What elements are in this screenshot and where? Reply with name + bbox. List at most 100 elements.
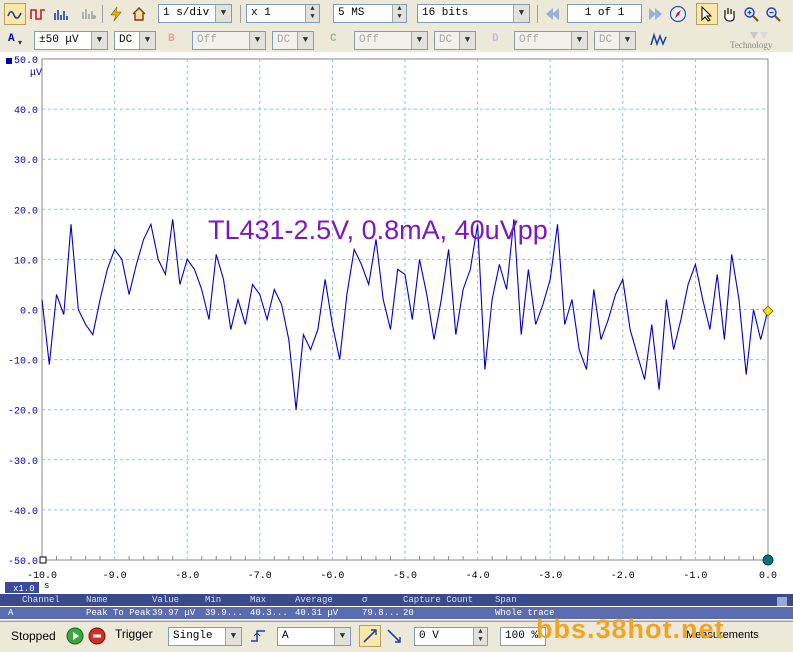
play-icon <box>66 627 84 645</box>
rising-edge-button[interactable] <box>359 625 381 647</box>
navigate-button[interactable] <box>667 3 689 25</box>
scope-wave-icon <box>7 10 22 19</box>
y-tick-label: -30.0 <box>8 457 38 468</box>
trigger-channel-select[interactable]: A ▼ <box>277 627 351 646</box>
cell-capture-count: 20 <box>403 608 414 618</box>
scope-mode-button[interactable] <box>4 3 26 25</box>
resolution-select[interactable]: 16 bits ▼ <box>417 4 530 23</box>
trigger-time-marker[interactable] <box>762 554 774 566</box>
channel-options-button[interactable] <box>648 29 670 51</box>
table-scrollbar-thumb[interactable] <box>777 597 787 606</box>
x-tick-label: -3.0 <box>538 571 562 582</box>
scope-plot-area[interactable]: 50.0 40.0 30.0 20.0 10.0 0.0 -10.0 -20.0 -30.0 -4… <box>0 52 793 594</box>
header-span: Span <box>495 595 517 605</box>
channel-c-coupling-select[interactable]: DC ▼ <box>434 31 476 50</box>
zoom-in-button[interactable] <box>740 3 762 25</box>
trigger-type-button[interactable] <box>247 625 269 647</box>
main-toolbar: 1 s/div ▼ x 1 ▲ ▼ 5 MS ▲ ▼ 16 bits ▼ 1 of … <box>0 0 793 29</box>
zoom-badge: x1.0 <box>13 584 35 594</box>
channel-d-coupling-value: DC <box>599 34 613 46</box>
scope-chart: 50.0 40.0 30.0 20.0 10.0 0.0 -10.0 -20.0 -30.0 -4… <box>5 56 777 594</box>
x-tick-label: -5.0 <box>393 571 417 582</box>
chevron-down-icon: ▼ <box>411 32 427 49</box>
header-sigma: σ <box>362 595 368 605</box>
channel-b-range-value: Off <box>197 34 217 46</box>
stop-icon <box>88 627 106 645</box>
chevron-down-icon: ▼ <box>225 628 241 645</box>
home-icon <box>132 7 146 21</box>
x-tick-label: -1.0 <box>683 571 707 582</box>
channel-a-label: A <box>8 33 15 45</box>
channel-b-coupling-select[interactable]: DC ▼ <box>272 31 314 50</box>
start-button[interactable] <box>64 625 86 647</box>
y-tick-label: -20.0 <box>8 407 38 418</box>
falling-edge-icon <box>387 629 401 643</box>
chevron-down-icon: ▼ <box>249 32 265 49</box>
zoom-value: x 1 <box>251 7 271 19</box>
cell-average: 40.31 μV <box>295 608 339 618</box>
y-tick-label: -40.0 <box>8 507 38 518</box>
y-tick-label: 20.0 <box>14 206 38 217</box>
zoom-stepper[interactable]: x 1 ▲ ▼ <box>246 4 320 23</box>
header-name: Name <box>86 595 108 605</box>
capture-state-label: Stopped <box>11 629 56 643</box>
samples-stepper[interactable]: 5 MS ▲ ▼ <box>333 4 407 23</box>
page-indicator[interactable]: 1 of 1 <box>567 4 642 23</box>
cell-min: 39.9... <box>205 608 243 618</box>
channel-b-range-select[interactable]: Off ▼ <box>192 31 266 50</box>
chevron-down-icon: ▼ <box>91 32 107 49</box>
timebase-select[interactable]: 1 s/div ▼ <box>158 4 232 23</box>
channel-d-coupling-select[interactable]: DC ▼ <box>594 31 636 50</box>
y-tick-label: 10.0 <box>14 256 38 267</box>
lightning-icon <box>110 6 122 22</box>
y-tick-label: 0.0 <box>20 307 38 318</box>
x-tick-label: -9.0 <box>103 571 127 582</box>
channel-d-range-select[interactable]: Off ▼ <box>514 31 588 50</box>
spectrum-mode-button[interactable] <box>50 3 72 25</box>
y-unit-label: μV <box>30 68 42 79</box>
trigger-mode-select[interactable]: Single ▼ <box>168 627 242 646</box>
last-page-button[interactable] <box>645 3 667 25</box>
y-tick-label: 50.0 <box>14 56 38 67</box>
spin-arrows-icon: ▲ ▼ <box>305 5 319 22</box>
zoom-out-button[interactable] <box>762 3 784 25</box>
channel-c-range-value: Off <box>359 34 379 46</box>
resolution-value: 16 bits <box>422 7 469 19</box>
timebase-value: 1 s/div <box>163 7 210 19</box>
y-axis-tick-labels: 50.0 40.0 30.0 20.0 10.0 0.0 -10.0 -20.0 -30.0 -4… <box>8 56 38 568</box>
channel-a-options-icon[interactable]: ▾ <box>18 38 22 47</box>
channel-b-label: B <box>168 33 175 45</box>
x-tick-label: -4.0 <box>466 571 490 582</box>
compass-icon <box>669 5 687 23</box>
generator-icon <box>82 9 96 19</box>
channel-a-coupling-select[interactable]: DC ▼ <box>114 31 156 50</box>
falling-edge-button[interactable] <box>383 625 405 647</box>
first-page-button[interactable] <box>541 3 563 25</box>
channel-a-range-value: ±50 μV <box>39 34 79 46</box>
x-tick-label: -6.0 <box>320 571 344 582</box>
magnifier-plus-icon <box>744 7 759 22</box>
x-axis-tick-labels: -10.0 -9.0 -8.0 -7.0 -6.0 -5.0 -4.0 -3.0 -2.0 -1.… <box>27 571 777 582</box>
x-tick-label: -8.0 <box>175 571 199 582</box>
pointer-tool-button[interactable] <box>696 3 718 25</box>
cell-max: 40.3... <box>250 608 288 618</box>
trigger-mode-value: Single <box>173 630 213 642</box>
home-button[interactable] <box>128 3 150 25</box>
hand-tool-button[interactable] <box>718 3 740 25</box>
persistence-mode-button[interactable] <box>27 3 49 25</box>
signal-generator-button[interactable] <box>78 3 100 25</box>
channel-a-range-select[interactable]: ±50 μV ▼ <box>34 31 108 50</box>
chevron-down-icon: ▼ <box>334 628 350 645</box>
channel-c-range-select[interactable]: Off ▼ <box>354 31 428 50</box>
auto-setup-button[interactable] <box>105 3 127 25</box>
stop-button[interactable] <box>86 625 108 647</box>
trigger-channel-value: A <box>282 630 289 642</box>
trigger-level-value: 0 V <box>419 630 439 642</box>
square-wave-icon <box>30 9 45 20</box>
y-tick-label: -50.0 <box>8 557 38 568</box>
channel-a-coupling-value: DC <box>119 34 133 46</box>
samples-value: 5 MS <box>338 7 365 19</box>
channel-c-label: C <box>330 33 337 45</box>
trigger-level-stepper[interactable]: 0 V ▲ ▼ <box>414 627 488 646</box>
header-channel: Channel <box>22 595 60 605</box>
